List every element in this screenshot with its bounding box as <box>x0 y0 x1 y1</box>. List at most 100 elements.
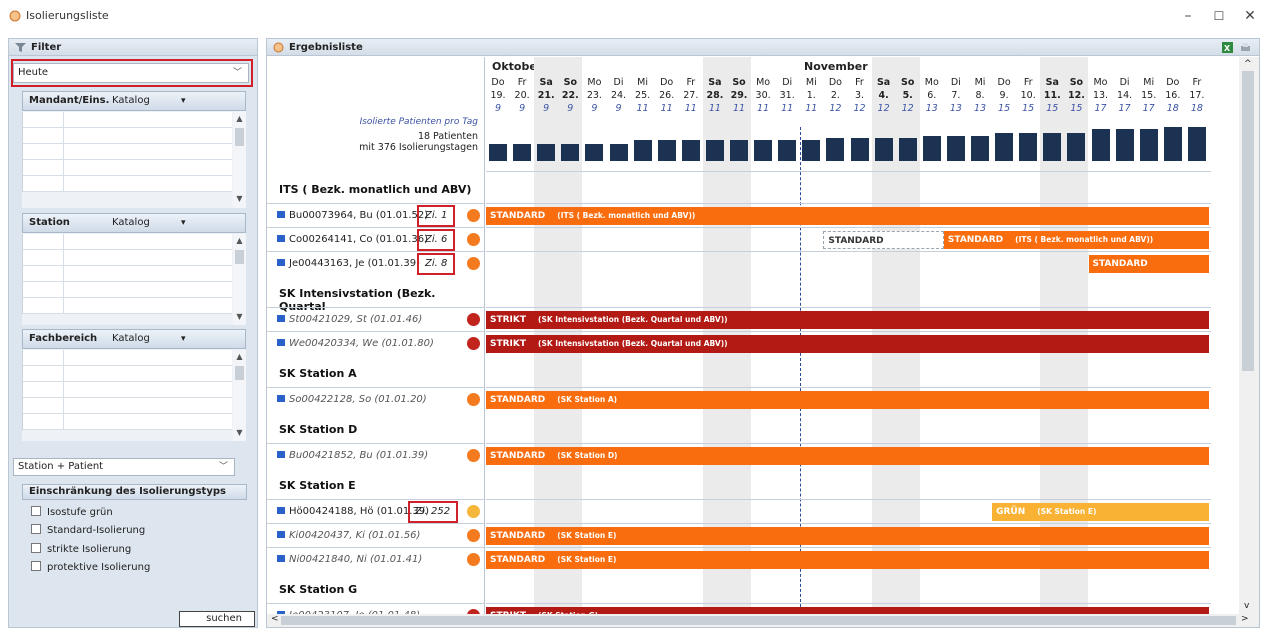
scroll-left-icon[interactable]: < <box>271 614 279 624</box>
scroll-thumb[interactable] <box>235 250 244 264</box>
isolation-person-icon[interactable] <box>467 529 480 542</box>
histogram-bar <box>778 140 797 161</box>
station-list[interactable] <box>22 234 232 314</box>
maximize-button[interactable]: ☐ <box>1205 6 1233 26</box>
day-number: 31. <box>779 90 795 101</box>
histogram-bar <box>1019 133 1038 161</box>
scroll-up-icon[interactable]: ▲ <box>233 236 246 245</box>
isolation-bar[interactable]: STANDARD <box>1088 255 1209 273</box>
histogram-bar <box>681 140 700 161</box>
isolation-bar[interactable]: STANDARD (SK Station D) <box>486 447 1209 465</box>
isolation-person-icon[interactable] <box>467 209 480 222</box>
mandant-list[interactable] <box>22 112 232 192</box>
checkbox-standard[interactable]: Standard-Isolierung <box>31 524 145 536</box>
day-patient-count: 13 <box>949 103 962 114</box>
results-vertical-scrollbar[interactable]: ^ v <box>1239 57 1259 617</box>
row-separator <box>486 227 1211 228</box>
scroll-up-icon[interactable]: ▲ <box>233 352 246 361</box>
isolation-type: STANDARD <box>490 211 546 221</box>
checkbox[interactable] <box>31 543 41 553</box>
isolation-bar[interactable]: STANDARD (SK Station A) <box>486 391 1209 409</box>
print-icon[interactable] <box>1239 41 1252 54</box>
checkbox-strikt[interactable]: strikte Isolierung <box>31 543 131 555</box>
isolation-station: (SK Station E) <box>1037 507 1097 516</box>
patient-row-label[interactable]: Ni00421840, Ni (01.01.41) <box>277 554 422 565</box>
isolation-type: STANDARD <box>490 395 546 405</box>
row-separator <box>267 331 484 332</box>
search-button[interactable]: suchen <box>179 611 255 627</box>
patient-row-label[interactable]: Bu00073964, Bu (01.01.52) <box>277 210 428 221</box>
day-name: Sa <box>876 77 891 88</box>
fachbereich-list[interactable] <box>22 350 232 430</box>
isolation-bar[interactable]: STANDARD (SK Station E) <box>486 551 1209 569</box>
station-catalog-select[interactable]: Katalog <box>112 214 150 232</box>
results-horizontal-scrollbar[interactable]: < > <box>267 614 1259 627</box>
isolation-bar[interactable]: STANDARD (ITS ( Bezk. monatlich und ABV)) <box>943 231 1209 249</box>
minimize-button[interactable]: – <box>1174 6 1202 26</box>
day-patient-count: 18 <box>1166 103 1179 114</box>
close-button[interactable]: ✕ <box>1236 6 1264 26</box>
scroll-up-icon[interactable]: ▲ <box>233 114 246 123</box>
histogram-bar <box>754 140 773 161</box>
isolation-bar[interactable]: STRIKT (SK Intensivstation (Bezk. Quartal… <box>486 311 1209 329</box>
patient-icon <box>277 315 285 322</box>
isolation-person-icon[interactable] <box>467 553 480 566</box>
grouping-select[interactable]: Station + Patient ﹀ <box>13 458 235 476</box>
scroll-down-icon[interactable]: v <box>1244 601 1249 611</box>
isolation-person-icon[interactable] <box>467 505 480 518</box>
highlight-box <box>11 59 253 87</box>
isolation-bar[interactable]: STRIKT (SK Intensivstation (Bezk. Quartal… <box>486 335 1209 353</box>
dropdown-arrow-icon[interactable]: ▾ <box>181 214 186 232</box>
mandant-scrollbar[interactable]: ▲ ▼ <box>233 112 246 208</box>
checkbox[interactable] <box>31 561 41 571</box>
scroll-down-icon[interactable]: ▼ <box>233 428 246 437</box>
station-label: Station <box>29 217 70 228</box>
dropdown-arrow-icon[interactable]: ▾ <box>181 92 186 110</box>
scroll-thumb[interactable] <box>281 616 1236 625</box>
isolation-person-icon[interactable] <box>467 257 480 270</box>
patient-row-label[interactable]: Je00443163, Je (01.01.39) <box>277 258 420 269</box>
patient-icon <box>277 395 285 402</box>
isolation-type: GRÜN <box>996 507 1026 517</box>
scroll-thumb[interactable] <box>1242 71 1254 371</box>
isolation-person-icon[interactable] <box>467 233 480 246</box>
isolation-bar[interactable]: STANDARD <box>823 231 944 249</box>
patient-row-label[interactable]: Hö00424188, Hö (01.01.39) <box>277 506 429 517</box>
station-scrollbar[interactable]: ▲ ▼ <box>233 234 246 325</box>
results-title: Ergebnisliste <box>289 42 363 53</box>
fachbereich-scrollbar[interactable]: ▲ ▼ <box>233 350 246 441</box>
patient-row-label[interactable]: So00422128, So (01.01.20) <box>277 394 427 405</box>
checkbox-protektiv[interactable]: protektive Isolierung <box>31 561 150 573</box>
histogram-bar <box>1115 129 1134 161</box>
isolation-person-icon[interactable] <box>467 337 480 350</box>
scroll-up-icon[interactable]: ^ <box>1244 59 1252 69</box>
isolation-person-icon[interactable] <box>467 449 480 462</box>
patient-row-label[interactable]: Co00264141, Co (01.01.36) <box>277 234 428 245</box>
patient-row-label[interactable]: Ki00420437, Ki (01.01.56) <box>277 530 420 541</box>
scroll-down-icon[interactable]: ▼ <box>233 312 246 321</box>
patient-row-label[interactable]: St00421029, St (01.01.46) <box>277 314 422 325</box>
checkbox[interactable] <box>31 524 41 534</box>
day-patient-count: 11 <box>708 103 721 114</box>
dropdown-arrow-icon[interactable]: ▾ <box>181 330 186 348</box>
checkbox-isostufe-gruen[interactable]: Isostufe grün <box>31 506 113 518</box>
isolation-bar[interactable]: STANDARD (ITS ( Bezk. monatlich und ABV)) <box>486 207 1209 225</box>
day-name: So <box>901 77 915 88</box>
isolation-bar[interactable]: STANDARD (SK Station E) <box>486 527 1209 545</box>
patient-row-label[interactable]: We00420334, We (01.01.80) <box>277 338 434 349</box>
isolation-person-icon[interactable] <box>467 313 480 326</box>
patient-row-label[interactable]: Bu00421852, Bu (01.01.39) <box>277 450 428 461</box>
scroll-thumb[interactable] <box>235 366 244 380</box>
scroll-right-icon[interactable]: > <box>1241 614 1249 624</box>
mandant-catalog-select[interactable]: Katalog <box>112 92 150 110</box>
histogram-bar <box>633 140 652 161</box>
highlight-box <box>417 253 455 275</box>
isolation-bar[interactable]: GRÜN (SK Station E) <box>992 503 1209 521</box>
patient-icon <box>277 211 285 218</box>
fachbereich-catalog-select[interactable]: Katalog <box>112 330 150 348</box>
excel-export-icon[interactable]: X <box>1221 41 1234 54</box>
checkbox[interactable] <box>31 506 41 516</box>
scroll-thumb[interactable] <box>235 128 244 146</box>
isolation-person-icon[interactable] <box>467 393 480 406</box>
scroll-down-icon[interactable]: ▼ <box>233 194 246 203</box>
